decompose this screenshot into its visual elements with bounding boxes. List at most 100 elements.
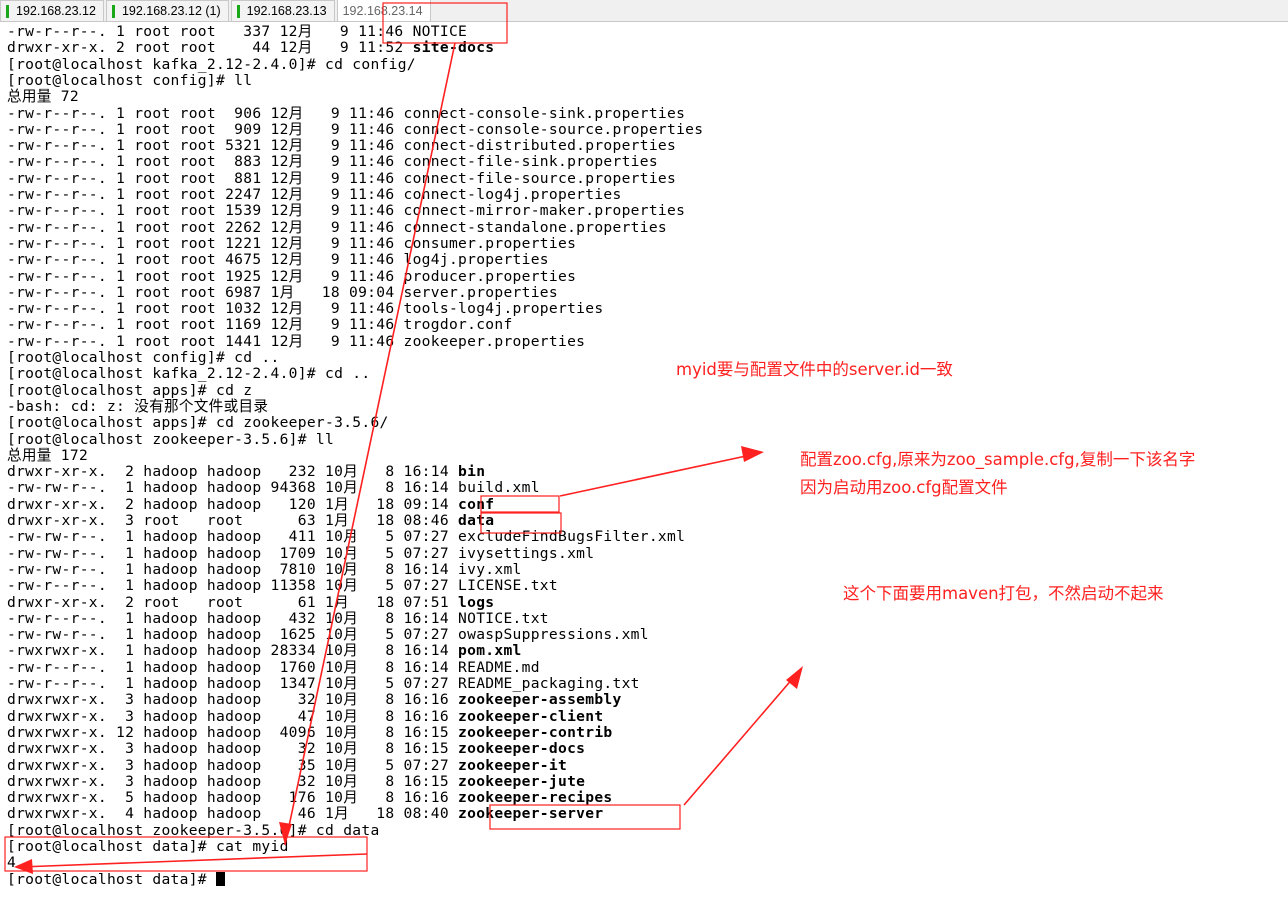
terminal-line: drwxr-xr-x. 2 root root 61 1月 18 07:51 l… xyxy=(7,593,495,611)
terminal-text: [root@localhost apps]# cd z xyxy=(7,381,253,399)
terminal-line: -rw-rw-r--. 1 hadoop hadoop 7810 10月 8 1… xyxy=(7,560,522,578)
connection-status-icon xyxy=(6,4,9,18)
terminal-line: [root@localhost config]# ll xyxy=(7,71,253,89)
terminal-text: [root@localhost data]# cat myid xyxy=(7,838,289,855)
terminal-text: drwxrwxr-x. 3 hadoop hadoop 32 10月 8 16:… xyxy=(7,772,459,790)
terminal-line: -rw-rw-r--. 1 hadoop hadoop 94368 10月 8 … xyxy=(7,480,540,496)
terminal-text: -rwxrwxr-x. 1 hadoop hadoop 28334 10月 8 … xyxy=(7,642,459,660)
terminal-line: -rw-r--r--. 1 root root 906 12月 9 11:46 … xyxy=(7,104,686,122)
terminal-line: -rw-r--r--. 1 root root 2247 12月 9 11:46… xyxy=(7,186,622,203)
terminal-text: -rw-rw-r--. 1 hadoop hadoop 1625 10月 5 0… xyxy=(7,626,649,644)
terminal-text: -rw-rw-r--. 1 hadoop hadoop 1709 10月 5 0… xyxy=(7,544,595,562)
terminal-line: -rw-r--r--. 1 root root 6987 1月 18 09:04… xyxy=(7,283,558,301)
terminal-text: -rw-r--r--. 1 root root 1925 12月 9 11:46… xyxy=(7,267,577,285)
terminal-line: -rw-r--r--. 1 hadoop hadoop 11358 10月 5 … xyxy=(7,578,558,594)
terminal-line: -rw-r--r--. 1 hadoop hadoop 1347 10月 5 0… xyxy=(7,675,640,692)
terminal-line: -rw-r--r--. 1 root root 1539 12月 9 11:46… xyxy=(7,203,685,219)
terminal-line: drwxrwxr-x. 4 hadoop hadoop 46 1月 18 08:… xyxy=(7,806,603,822)
arrow-conf-to-note xyxy=(559,452,761,497)
terminal-text: drwxrwxr-x. 3 hadoop hadoop 32 10月 8 16:… xyxy=(7,691,459,709)
terminal-text: -rw-r--r--. 1 root root 909 12月 9 11:46 … xyxy=(7,120,704,138)
terminal-text: [root@localhost kafka_2.12-2.4.0]# cd co… xyxy=(7,55,416,73)
terminal-text: drwxr-xr-x. 2 hadoop hadoop 232 10月 8 16… xyxy=(7,463,459,481)
terminal-text: drwxr-xr-x. 3 root root 63 1月 18 08:46 xyxy=(7,512,459,529)
terminal-text: drwxr-xr-x. 2 root root 61 1月 18 07:51 xyxy=(7,593,459,611)
terminal-text: -rw-r--r--. 1 root root 1539 12月 9 11:46… xyxy=(7,202,686,220)
arrow-result-line xyxy=(19,853,368,868)
terminal-line: -rwxrwxr-x. 1 hadoop hadoop 28334 10月 8 … xyxy=(7,643,522,659)
terminal-line: drwxr-xr-x. 3 root root 63 1月 18 08:46 d… xyxy=(7,512,494,529)
session-tab-3[interactable]: 192.168.23.13 xyxy=(230,0,335,21)
arrow-server-to-note xyxy=(683,669,801,806)
terminal-text: drwxrwxr-x. 3 hadoop hadoop 32 10月 8 16:… xyxy=(7,740,459,758)
directory-name: zookeeper-docs xyxy=(458,740,586,758)
terminal-line: -rw-rw-r--. 1 hadoop hadoop 1625 10月 5 0… xyxy=(7,626,649,644)
terminal-text: 总用量 172 xyxy=(7,446,89,464)
terminal-line: -rw-rw-r--. 1 hadoop hadoop 1709 10月 5 0… xyxy=(7,544,595,562)
terminal-text: -rw-rw-r--. 1 hadoop hadoop 411 10月 5 07… xyxy=(7,528,686,546)
annotation-myid-note: myid要与配置文件中的server.id一致 xyxy=(676,360,953,379)
terminal-text: -rw-r--r--. 1 root root 337 12月 9 11:46 … xyxy=(7,23,468,40)
directory-name: zookeeper-client xyxy=(458,707,604,725)
terminal-line: [root@localhost kafka_2.12-2.4.0]# cd co… xyxy=(7,55,416,73)
terminal-text: -rw-r--r--. 1 root root 1221 12月 9 11:46… xyxy=(7,234,577,252)
terminal-line: [root@localhost kafka_2.12-2.4.0]# cd .. xyxy=(7,366,370,382)
terminal-text: drwxrwxr-x. 4 hadoop hadoop 46 1月 18 08:… xyxy=(7,805,459,823)
terminal-text: -rw-r--r--. 1 root root 2247 12月 9 11:46… xyxy=(7,186,622,203)
terminal-text: [root@localhost zookeeper-3.5.6]# ll xyxy=(7,430,335,448)
terminal-text: -rw-r--r--. 1 root root 6987 1月 18 09:04… xyxy=(7,283,558,301)
terminal-text: drwxr-xr-x. 2 root root 44 12月 9 11:52 xyxy=(7,39,413,57)
terminal-line: drwxrwxr-x. 3 hadoop hadoop 32 10月 8 16:… xyxy=(7,692,622,708)
terminal-text: -rw-rw-r--. 1 hadoop hadoop 94368 10月 8 … xyxy=(7,479,540,497)
terminal-line: -rw-r--r--. 1 root root 909 12月 9 11:46 … xyxy=(7,120,704,138)
annotation-zoo-cfg-note-line2: 因为启动用zoo.cfg配置文件 xyxy=(800,478,1008,497)
terminal-line: -rw-r--r--. 1 hadoop hadoop 1760 10月 8 1… xyxy=(7,658,540,676)
terminal-line: -rw-r--r--. 1 root root 4675 12月 9 11:46… xyxy=(7,252,549,268)
terminal-line: -rw-r--r--. 1 root root 881 12月 9 11:46 … xyxy=(7,170,676,187)
session-tab-4[interactable]: 192.168.23.14 xyxy=(336,0,431,21)
terminal-text: drwxrwxr-x. 3 hadoop hadoop 35 10月 5 07:… xyxy=(7,756,459,774)
session-tab-label: 192.168.23.12 xyxy=(16,4,96,18)
directory-name: logs xyxy=(458,593,495,611)
directory-name: zookeeper-recipes xyxy=(458,789,613,807)
terminal-text: drwxrwxr-x. 3 hadoop hadoop 47 10月 8 16:… xyxy=(7,707,459,725)
terminal-line: -rw-r--r--. 1 hadoop hadoop 432 10月 8 16… xyxy=(7,609,549,627)
session-tab-bar: 192.168.23.12 192.168.23.12 (1) 192.168.23… xyxy=(0,0,1288,22)
session-tab-1[interactable]: 192.168.23.12 xyxy=(0,0,104,21)
terminal-line: [root@localhost apps]# cd z xyxy=(7,381,253,399)
session-tab-2[interactable]: 192.168.23.12 (1) xyxy=(105,0,229,21)
terminal-text: [root@localhost kafka_2.12-2.4.0]# cd .. xyxy=(7,365,371,383)
session-tab-label: 192.168.23.13 xyxy=(246,4,327,18)
terminal-text: -rw-r--r--. 1 root root 906 12月 9 11:46 … xyxy=(7,104,686,122)
directory-name: zookeeper-jute xyxy=(458,772,586,790)
annotation-zoo-cfg-note-line1: 配置zoo.cfg,原来为zoo_sample.cfg,复制一下该名字 xyxy=(800,450,1196,469)
directory-name: site-docs xyxy=(412,39,495,57)
terminal-text: -rw-r--r--. 1 root root 4675 12月 9 11:46… xyxy=(7,251,549,269)
terminal-line: -rw-r--r--. 1 root root 1032 12月 9 11:46… xyxy=(7,300,604,318)
directory-name: zookeeper-assembly xyxy=(458,691,622,709)
annotation-maven-note: 这个下面要用maven打包，不然启动不起来 xyxy=(843,584,1164,603)
terminal-line: 总用量 72 xyxy=(7,89,79,105)
terminal-text: 总用量 72 xyxy=(7,88,79,106)
terminal-line: -rw-r--r--. 1 root root 337 12月 9 11:46 … xyxy=(7,23,468,40)
directory-name: conf xyxy=(458,495,495,513)
terminal-cursor xyxy=(215,871,225,886)
terminal-text: -rw-r--r--. 1 hadoop hadoop 432 10月 8 16… xyxy=(7,609,549,627)
terminal-text: -bash: cd: z: 没有那个文件或目录 xyxy=(7,397,269,415)
terminal-line: drwxr-xr-x. 2 hadoop hadoop 232 10月 8 16… xyxy=(7,463,486,481)
terminal-line: -rw-r--r--. 1 root root 1925 12月 9 11:46… xyxy=(7,267,577,285)
terminal-line: [root@localhost data]# xyxy=(7,871,225,888)
terminal-line: -rw-r--r--. 1 root root 5321 12月 9 11:46… xyxy=(7,137,676,154)
terminal-line: [root@localhost zookeeper-3.5.6]# cd dat… xyxy=(7,822,380,839)
directory-name: pom.xml xyxy=(458,642,522,660)
terminal-line: drwxrwxr-x. 5 hadoop hadoop 176 10月 8 16… xyxy=(7,789,613,807)
terminal-text: [root@localhost config]# ll xyxy=(7,71,253,89)
terminal-text: -rw-r--r--. 1 root root 1441 12月 9 11:46… xyxy=(7,332,586,350)
connection-status-icon xyxy=(236,4,240,18)
terminal-text: -rw-r--r--. 1 root root 1032 12月 9 11:46… xyxy=(7,300,604,318)
terminal-text: -rw-r--r--. 1 hadoop hadoop 1760 10月 8 1… xyxy=(7,658,540,676)
directory-name: zookeeper-contrib xyxy=(458,723,613,741)
terminal-line: [root@localhost config]# cd .. xyxy=(7,349,280,366)
directory-name: bin xyxy=(458,463,486,481)
terminal-text: -rw-rw-r--. 1 hadoop hadoop 7810 10月 8 1… xyxy=(7,560,522,578)
